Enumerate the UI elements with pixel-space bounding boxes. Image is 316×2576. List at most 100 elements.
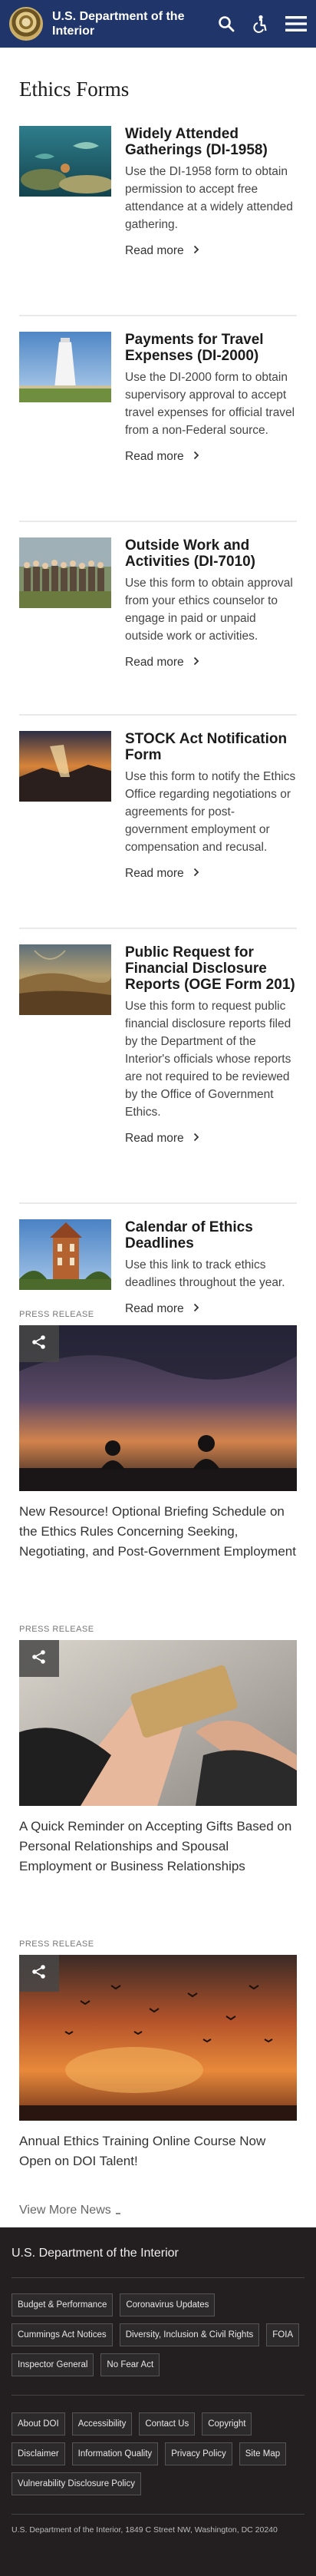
form-title[interactable]: Payments for Travel Expenses (DI-2000) xyxy=(125,332,297,364)
press-release-item: PRESS RELEASE Annual Ethics Training Onl… xyxy=(19,1939,297,2171)
read-more-label[interactable]: Read more xyxy=(125,867,184,881)
share-button[interactable] xyxy=(19,1955,59,1992)
footer-address: U.S. Department of the Interior, 1849 C … xyxy=(12,2525,278,2535)
footer-link-disclaimer[interactable]: Disclaimer xyxy=(12,2442,65,2465)
form-item-di-2000: Payments for Travel Expenses (DI-2000) U… xyxy=(19,332,297,522)
footer-link-privacy[interactable]: Privacy Policy xyxy=(165,2442,232,2465)
gathering-thumbnail[interactable] xyxy=(19,126,111,197)
press-release-item: PRESS RELEASE A Quick Reminder on Accept… xyxy=(19,1625,297,1877)
chevron-right-icon xyxy=(193,450,199,464)
press-release-title[interactable]: Annual Ethics Training Online Course Now… xyxy=(19,2131,297,2171)
read-more-link[interactable]: Read more xyxy=(125,1132,297,1146)
form-description: Use this link to track ethics deadlines … xyxy=(125,1258,285,1289)
footer-link-inspector-general[interactable]: Inspector General xyxy=(12,2353,94,2376)
form-item-body: Calendar of Ethics Deadlines Use this li… xyxy=(125,1219,297,1316)
read-more-label[interactable]: Read more xyxy=(125,450,184,464)
form-description: Use this form to obtain approval from yo… xyxy=(125,577,293,643)
read-more-label[interactable]: Read more xyxy=(125,656,184,670)
underline-dot-icon xyxy=(115,2213,120,2214)
form-item-body: STOCK Act Notification Form Use this for… xyxy=(125,731,297,881)
sunset-birds-image xyxy=(19,1955,297,2121)
read-more-link[interactable]: Read more xyxy=(125,244,297,258)
read-more-link[interactable]: Read more xyxy=(125,867,297,881)
form-title[interactable]: STOCK Act Notification Form xyxy=(125,731,297,763)
press-release-image[interactable] xyxy=(19,1955,297,2121)
forms-list: Widely Attended Gatherings (DI-1958) Use… xyxy=(0,126,316,1365)
footer-divider xyxy=(12,2277,304,2278)
outside-work-thumbnail[interactable] xyxy=(19,537,111,608)
form-item-stock-act: STOCK Act Notification Form Use this for… xyxy=(19,731,297,929)
form-item-body: Payments for Travel Expenses (DI-2000) U… xyxy=(125,332,297,464)
footer-link-cummings[interactable]: Cummings Act Notices xyxy=(12,2323,113,2346)
form-item-body: Public Request for Financial Disclosure … xyxy=(125,944,297,1146)
form-description: Use the DI-2000 form to obtain superviso… xyxy=(125,371,295,437)
footer-link-budget[interactable]: Budget & Performance xyxy=(12,2293,114,2316)
read-more-link[interactable]: Read more xyxy=(125,656,297,670)
page-title: Ethics Forms xyxy=(19,77,130,101)
footer-title[interactable]: U.S. Department of the Interior xyxy=(12,2247,304,2260)
press-release-image[interactable] xyxy=(19,1640,297,1806)
footer-link-coronavirus[interactable]: Coronavirus Updates xyxy=(120,2293,216,2316)
form-item-body: Widely Attended Gatherings (DI-1958) Use… xyxy=(125,126,297,258)
form-description: Use this form to notify the Ethics Offic… xyxy=(125,770,296,854)
menu-icon[interactable] xyxy=(285,15,307,32)
footer-link-diversity[interactable]: Diversity, Inclusion & Civil Rights xyxy=(119,2323,260,2346)
chevron-right-icon xyxy=(193,244,199,258)
form-item-di-1958: Widely Attended Gatherings (DI-1958) Use… xyxy=(19,126,297,316)
share-icon xyxy=(31,1964,47,1983)
footer-link-information-quality[interactable]: Information Quality xyxy=(71,2442,159,2465)
header-actions xyxy=(218,15,307,33)
read-more-label[interactable]: Read more xyxy=(125,1132,184,1146)
share-icon xyxy=(31,1649,47,1668)
footer-link-contact[interactable]: Contact Us xyxy=(139,2412,196,2435)
sunset-silhouette-image xyxy=(19,1325,297,1491)
press-release-label: PRESS RELEASE xyxy=(19,1939,94,1949)
footer-link-vulnerability[interactable]: Vulnerability Disclosure Policy xyxy=(12,2472,141,2495)
footer-link-accessibility[interactable]: Accessibility xyxy=(71,2412,133,2435)
footer-links-primary: Budget & Performance Coronavirus Updates… xyxy=(12,2293,304,2376)
form-title[interactable]: Calendar of Ethics Deadlines xyxy=(125,1219,297,1252)
accessibility-icon[interactable] xyxy=(252,15,268,33)
form-title[interactable]: Outside Work and Activities (DI-7010) xyxy=(125,537,297,570)
footer-divider xyxy=(12,2514,304,2515)
share-icon xyxy=(31,1334,47,1354)
read-more-link[interactable]: Read more xyxy=(125,450,297,464)
site-title[interactable]: U.S. Department of the Interior xyxy=(52,9,198,38)
form-description: Use this form to request public financia… xyxy=(125,1000,291,1119)
footer-link-foia[interactable]: FOIA xyxy=(266,2323,300,2346)
share-button[interactable] xyxy=(19,1325,59,1362)
calendar-thumbnail[interactable] xyxy=(19,1219,111,1290)
gift-exchange-image xyxy=(19,1640,297,1806)
chevron-right-icon xyxy=(193,1132,199,1146)
form-title[interactable]: Widely Attended Gatherings (DI-1958) xyxy=(125,126,297,158)
press-release-label: PRESS RELEASE xyxy=(19,1310,94,1319)
stock-act-thumbnail[interactable] xyxy=(19,731,111,802)
footer-link-copyright[interactable]: Copyright xyxy=(202,2412,252,2435)
view-more-label[interactable]: View More News xyxy=(19,2204,111,2217)
chevron-right-icon xyxy=(193,867,199,881)
doi-seal-logo[interactable] xyxy=(9,7,43,41)
press-release-label: PRESS RELEASE xyxy=(19,1625,94,1634)
travel-thumbnail[interactable] xyxy=(19,332,111,402)
footer-links-secondary: About DOI Accessibility Contact Us Copyr… xyxy=(12,2412,304,2495)
press-release-title[interactable]: A Quick Reminder on Accepting Gifts Base… xyxy=(19,1817,297,1877)
chevron-right-icon xyxy=(193,656,199,670)
footer-link-no-fear-act[interactable]: No Fear Act xyxy=(100,2353,160,2376)
footer-link-about[interactable]: About DOI xyxy=(12,2412,65,2435)
footer-link-site-map[interactable]: Site Map xyxy=(239,2442,287,2465)
view-more-news-link[interactable]: View More News xyxy=(19,2204,120,2217)
site-footer: U.S. Department of the Interior Budget &… xyxy=(0,2227,316,2576)
form-item-oge-201: Public Request for Financial Disclosure … xyxy=(19,944,297,1204)
form-title[interactable]: Public Request for Financial Disclosure … xyxy=(125,944,297,993)
footer-divider xyxy=(12,2395,304,2396)
press-release-image[interactable] xyxy=(19,1325,297,1491)
share-button[interactable] xyxy=(19,1640,59,1677)
form-description: Use the DI-1958 form to obtain permissio… xyxy=(125,165,293,231)
press-release-item: PRESS RELEASE New Resource! Optional Bri… xyxy=(19,1310,297,1562)
press-release-title[interactable]: New Resource! Optional Briefing Schedule… xyxy=(19,1502,297,1562)
form-item-di-7010: Outside Work and Activities (DI-7010) Us… xyxy=(19,537,297,716)
financial-disclosure-thumbnail[interactable] xyxy=(19,944,111,1015)
read-more-label[interactable]: Read more xyxy=(125,244,184,258)
form-item-body: Outside Work and Activities (DI-7010) Us… xyxy=(125,537,297,670)
search-icon[interactable] xyxy=(218,15,235,32)
